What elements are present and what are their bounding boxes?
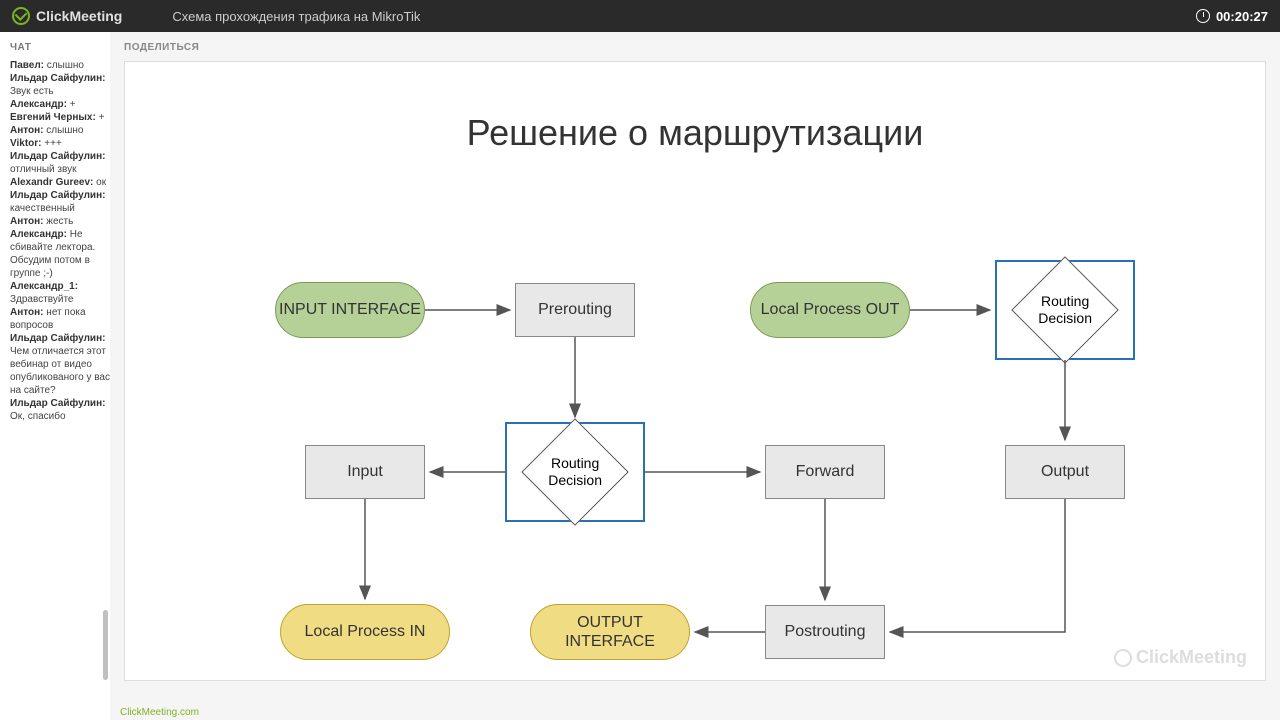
top-bar: ClickMeeting Схема прохождения трафика н… [0,0,1280,32]
node-routing-decision-2: Routing Decision [505,422,645,522]
chat-title: ЧАТ [10,42,110,53]
watermark-icon [1114,649,1132,667]
chat-entry: Антон: жесть [10,215,110,228]
chat-entry: Alexandr Gureev: ок [10,176,110,189]
presentation-slide: Решение о маршрутизации INPUT INTERFACE … [124,61,1266,681]
chat-sidebar: ЧАТ Павел: слышноИльдар Сайфулин: Звук е… [0,32,110,720]
session-timer: 00:20:27 [1196,9,1268,24]
chat-entry: Павел: слышно [10,59,110,72]
chat-entry: Ильдар Сайфулин: Чем отличается этот веб… [10,332,110,397]
node-output: Output [1005,445,1125,499]
timer-value: 00:20:27 [1216,9,1268,24]
node-local-process-out: Local Process OUT [750,282,910,338]
brand-name: ClickMeeting [36,8,122,24]
chat-entry: Viktor: +++ [10,137,110,150]
chat-entry: Ильдар Сайфулин: отличный звук [10,150,110,176]
footer-link[interactable]: ClickMeeting.com [120,707,199,718]
chat-entry: Антон: слышно [10,124,110,137]
clock-icon [1196,9,1210,23]
node-local-process-in: Local Process IN [280,604,450,660]
node-input: Input [305,445,425,499]
chat-entry: Ильдар Сайфулин: Звук есть [10,72,110,98]
node-output-interface: OUTPUT INTERFACE [530,604,690,660]
chat-entry: Евгений Черных: + [10,111,110,124]
chat-entry: Александр_1: Здравствуйте [10,280,110,306]
chat-scrollbar-thumb[interactable] [103,610,108,680]
chat-entry: Ильдар Сайфулин: качественный [10,189,110,215]
chat-entry: Александр: Не сбивайте лектора. Обсудим … [10,228,110,280]
node-forward: Forward [765,445,885,499]
slide-title: Решение о маршрутизации [125,112,1265,154]
chat-entry: Ильдар Сайфулин: Ок, спасибо [10,397,110,423]
chat-entry: Александр: + [10,98,110,111]
chat-entry: Антон: нет пока вопросов [10,306,110,332]
flow-diagram: INPUT INTERFACE Prerouting Local Process… [125,192,1265,672]
node-routing-decision-1: Routing Decision [995,260,1135,360]
node-prerouting: Prerouting [515,283,635,337]
watermark: ClickMeeting [1114,647,1247,668]
app-logo: ClickMeeting [12,7,122,25]
share-title: ПОДЕЛИТЬСЯ [124,42,1266,53]
node-input-interface: INPUT INTERFACE [275,282,425,338]
content-area: ПОДЕЛИТЬСЯ Решение о маршрутизации INPUT… [110,32,1280,720]
node-postrouting: Postrouting [765,605,885,659]
meeting-title: Схема прохождения трафика на MikroTik [172,9,420,24]
chat-list[interactable]: Павел: слышноИльдар Сайфулин: Звук естьА… [10,59,110,717]
logo-icon [12,7,30,25]
